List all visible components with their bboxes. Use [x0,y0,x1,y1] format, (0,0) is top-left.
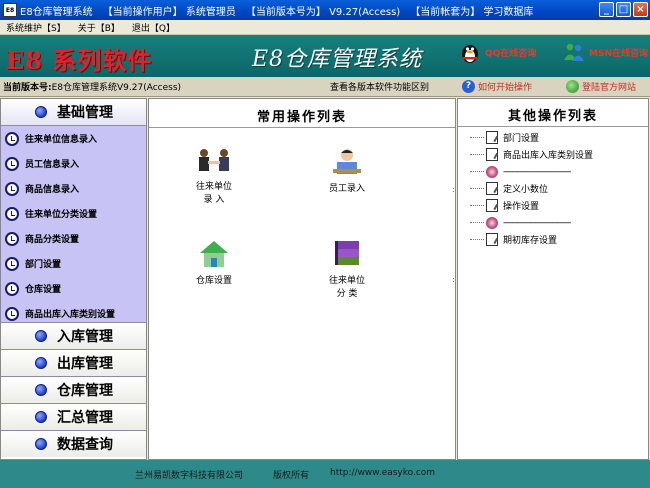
tree-item-dept[interactable]: 部门设置 [468,129,643,146]
document-icon [486,233,498,246]
minimize-button[interactable]: _ [599,2,614,17]
howto-link[interactable]: ? 如何开始操作 [462,80,532,93]
nav-module-inbound[interactable]: 入库管理 [1,322,146,349]
version-diff-link[interactable]: 查看各版本软件功能区别 [330,80,429,93]
resize-handle[interactable]: : [452,185,455,194]
clock-icon [5,306,19,321]
title-bar: E8 E8仓库管理系统 【当前操作用户】 系统管理员 【当前版本号为】 V9.2… [0,0,650,20]
handshake-icon [199,149,229,171]
nav-module-query[interactable]: 数据查询 [1,430,146,457]
clock-icon [5,281,19,296]
clock-icon [5,156,19,171]
op-partner-entry[interactable]: 往来单位 录 入 [179,147,249,205]
common-ops-panel: 常用操作列表 往来单位 录 入 员工录入 仓库设置 往来单位 分 类:: [148,98,456,460]
system-name: E8仓库管理系统 [252,47,423,72]
msn-people-icon [564,43,584,61]
op-partner-category[interactable]: 往来单位 分 类 [312,237,382,299]
worker-icon [333,149,361,174]
qq-support-label: QQ在线咨询 [485,48,537,59]
document-icon [486,199,498,212]
menu-exit[interactable]: 退出【Q】 [126,21,181,34]
current-user: 【当前操作用户】 系统管理员 [102,6,236,18]
current-version: 【当前版本号为】 V9.27(Access) [245,6,401,18]
tree-separator: ------------------------------ [468,163,643,180]
menu-system[interactable]: 系统维护【S】 [0,21,72,34]
official-site-link[interactable]: 登陆官方网站 [566,80,636,93]
common-ops-title: 常用操作列表 [256,110,347,125]
op-warehouse-setup[interactable]: 仓库设置 [179,237,249,286]
op-label: 往来单位 分 类 [328,276,365,299]
nav-module-outbound[interactable]: 出库管理 [1,349,146,376]
divider [149,127,455,128]
other-ops-panel: 其他操作列表 部门设置 商品出库入库类别设置 -----------------… [457,98,649,460]
qq-support-link[interactable]: QQ在线咨询 [458,40,536,64]
nav-module-warehouse[interactable]: 仓库管理 [1,376,146,403]
menu-about[interactable]: 关于【B】 [72,21,126,34]
books-icon [335,241,359,265]
menu-bar: 系统维护【S】 关于【B】 退出【Q】 [0,20,650,35]
bullet-icon [35,330,47,342]
app-title: E8仓库管理系统 [20,6,93,18]
bullet-icon [35,357,47,369]
nav-item[interactable]: 部门设置 [1,251,146,276]
current-account: 【当前帐套为】 学习数据库 [410,6,534,18]
op-label: 员工录入 [328,184,365,194]
op-employee-entry[interactable]: 员工录入 [312,147,382,194]
clock-icon [5,206,19,221]
other-ops-title: 其他操作列表 [507,109,598,124]
version-info: 当前版本号:E8仓库管理系统V9.27(Access) [3,83,182,93]
status-bar: 兰州易凯数字科技有限公司 版权所有 http://www.easyko.com [0,460,650,488]
rights-text: 版权所有 [273,471,310,481]
banner: E8 系列软件 E8仓库管理系统 QQ在线咨询 MSN在线咨询 [0,35,650,77]
bullet-icon [35,106,47,118]
close-button[interactable]: × [633,2,648,17]
nav-module-summary[interactable]: 汇总管理 [1,403,146,430]
divider [458,126,648,127]
op-label: 往来单位 录 入 [195,182,232,205]
clock-icon [5,131,19,146]
nav-item[interactable]: 仓库设置 [1,276,146,301]
maximize-button[interactable]: □ [616,2,631,17]
bullet-icon [35,438,47,450]
help-icon: ? [462,80,475,93]
msn-support-label: MSN在线咨询 [589,48,648,59]
left-nav-panel: 基础管理 往来单位信息录入 员工信息录入 商品信息录入 往来单位分类设置 商品分… [0,98,147,460]
resize-handle[interactable]: : [452,275,455,284]
document-icon [486,182,498,195]
clock-icon [5,181,19,196]
app-icon: E8 [3,3,17,17]
nav-item[interactable]: 商品分类设置 [1,226,146,251]
tree-item-op-settings[interactable]: 操作设置 [468,197,643,214]
document-icon [486,131,498,144]
company-url[interactable]: http://www.easyko.com [330,468,435,478]
msn-support-link[interactable]: MSN在线咨询 [562,40,648,64]
nav-item[interactable]: 往来单位信息录入 [1,126,146,151]
nav-item[interactable]: 商品信息录入 [1,176,146,201]
op-label: 仓库设置 [195,276,232,286]
company-name: 兰州易凯数字科技有限公司 [135,471,244,481]
nav-item[interactable]: 员工信息录入 [1,151,146,176]
tree-item-decimal[interactable]: 定义小数位 [468,180,643,197]
bullet-icon [35,384,47,396]
gear-icon [486,216,498,229]
clock-icon [5,231,19,246]
tree-item-opening-stock[interactable]: 期初库存设置 [468,231,643,248]
main-window: E8 E8仓库管理系统 【当前操作用户】 系统管理员 【当前版本号为】 V9.2… [0,0,650,488]
brand-logo: E8 系列软件 [6,46,153,75]
penguin-icon [462,45,478,63]
info-bar: 当前版本号:E8仓库管理系统V9.27(Access) 查看各版本软件功能区别 … [0,77,650,97]
nav-item[interactable]: 往来单位分类设置 [1,201,146,226]
bullet-icon [35,411,47,423]
nav-header-basic[interactable]: 基础管理 [1,99,146,126]
nav-header-label: 基础管理 [57,105,113,121]
house-icon [200,241,228,267]
gear-icon [486,165,498,178]
other-ops-tree: 部门设置 商品出库入库类别设置 ------------------------… [468,129,643,248]
tree-separator: ------------------------------ [468,214,643,231]
clock-icon [5,256,19,271]
tree-item-io-category[interactable]: 商品出库入库类别设置 [468,146,643,163]
basic-management-list: 往来单位信息录入 员工信息录入 商品信息录入 往来单位分类设置 商品分类设置 部… [1,126,146,335]
document-icon [486,148,498,161]
globe-icon [566,80,579,93]
